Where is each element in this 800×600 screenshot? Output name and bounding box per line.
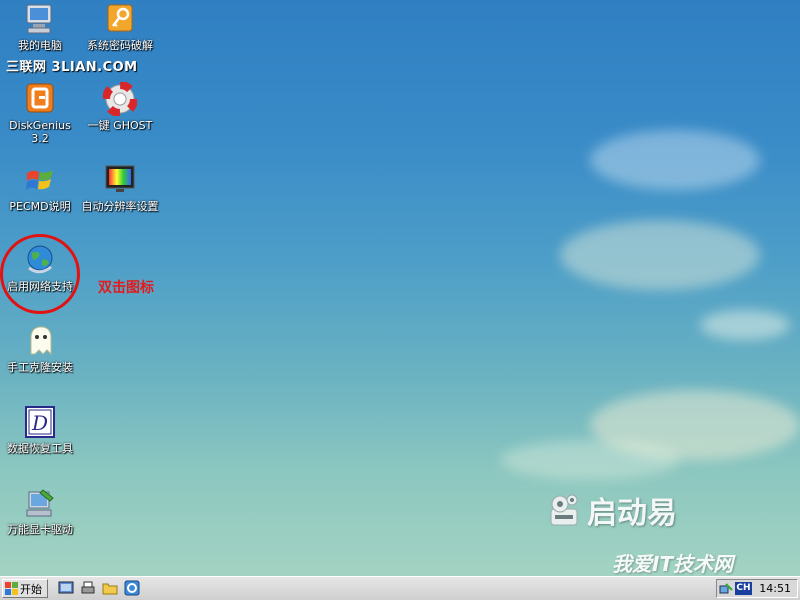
- icon-label: 我的电脑: [18, 39, 62, 52]
- icon-label: DiskGenius 3.2: [9, 119, 71, 145]
- ghost-icon: [23, 324, 57, 358]
- lifebuoy-icon: [102, 81, 138, 117]
- my-computer-icon: [23, 2, 57, 36]
- icon-label: 数据恢复工具: [7, 442, 73, 455]
- cloud: [500, 440, 680, 480]
- windows-logo-icon: [5, 582, 18, 595]
- clock[interactable]: 14:51: [759, 582, 791, 595]
- highlight-circle: [0, 234, 80, 314]
- desktop-icon-onekey-ghost[interactable]: 一键 GHOST: [80, 81, 160, 132]
- icon-label: 万能显卡驱动: [7, 523, 73, 536]
- gear-icon: [550, 494, 578, 526]
- start-button[interactable]: 开始: [2, 579, 48, 598]
- icon-label: 手工克隆安装: [7, 361, 73, 374]
- ime-indicator[interactable]: CH: [735, 582, 752, 595]
- diskgenius-icon: [23, 82, 57, 116]
- taskbar: 开始 CH 14:51: [0, 576, 800, 600]
- desktop-icon-data-recovery[interactable]: D 数据恢复工具: [0, 405, 80, 455]
- cloud: [590, 130, 760, 190]
- start-label: 开始: [20, 582, 42, 596]
- site-watermark-52it: 我爱IT技术网: [612, 552, 734, 576]
- svg-text:D: D: [31, 411, 48, 435]
- icon-label: PECMD说明: [9, 200, 71, 213]
- annotation-double-click: 双击图标: [98, 280, 154, 296]
- display-driver-icon: [23, 486, 57, 520]
- brand-text: 启动易: [587, 496, 677, 531]
- icon-label: 系统密码破解: [87, 39, 153, 52]
- desktop-icon-my-computer[interactable]: 我的电脑: [0, 2, 80, 52]
- key-icon: [103, 2, 137, 36]
- system-tray: CH 14:51: [716, 579, 798, 598]
- cloud: [700, 310, 790, 340]
- printer-icon[interactable]: [80, 580, 96, 596]
- site-watermark-3lian: 三联网 3LIAN.COM: [6, 60, 138, 75]
- desktop-icon-auto-resolution[interactable]: 自动分辨率设置: [80, 163, 160, 213]
- monitor-icon: [103, 163, 137, 197]
- icon-label: 一键 GHOST: [87, 119, 153, 132]
- desktop: 三联网 3LIAN.COM 我的电脑 系统密码破解 DiskGenius 3.2…: [0, 0, 800, 576]
- network-status-icon[interactable]: [719, 582, 733, 596]
- desktop-icon-pecmd-help[interactable]: PECMD说明: [0, 163, 80, 213]
- explorer-icon[interactable]: [124, 580, 140, 596]
- desktop-icon-display-driver[interactable]: 万能显卡驱动: [0, 486, 80, 536]
- show-desktop-icon[interactable]: [58, 580, 74, 596]
- cloud: [560, 220, 760, 290]
- data-recovery-icon: D: [23, 405, 57, 439]
- desktop-icon-diskgenius[interactable]: DiskGenius 3.2: [0, 82, 80, 145]
- desktop-icon-password-crack[interactable]: 系统密码破解: [80, 2, 160, 52]
- windows-flag-icon: [23, 163, 57, 197]
- brand-logo: 启动易: [545, 490, 677, 531]
- folder-icon[interactable]: [102, 580, 118, 596]
- icon-label: 自动分辨率设置: [81, 200, 159, 213]
- desktop-icon-manual-clone[interactable]: 手工克隆安装: [0, 324, 80, 374]
